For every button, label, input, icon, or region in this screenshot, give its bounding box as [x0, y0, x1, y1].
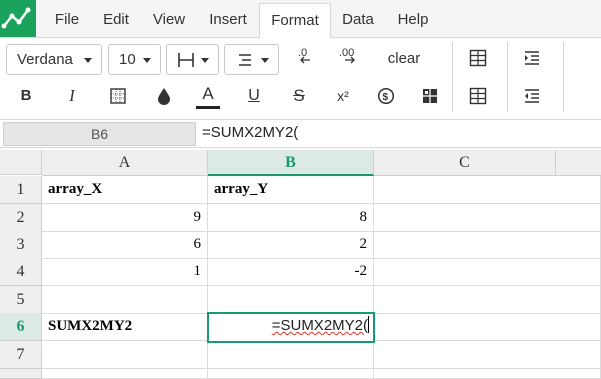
vertical-align-dropdown[interactable] — [224, 44, 279, 75]
cell-a3[interactable]: 6 — [42, 231, 208, 259]
superscript-button[interactable]: x² — [330, 82, 356, 110]
indent-icon — [525, 51, 539, 65]
cell-a7[interactable] — [42, 341, 208, 369]
text-caret — [368, 316, 369, 333]
droplet-icon — [158, 88, 170, 105]
cell-c4[interactable] — [374, 258, 601, 286]
cell-b4[interactable]: -2 — [208, 258, 374, 286]
cell-editor-value: =SUMX2MY2( — [271, 317, 368, 334]
cell-c7[interactable] — [374, 341, 601, 369]
select-all-corner[interactable] — [0, 150, 42, 175]
column-header-a[interactable]: A — [42, 150, 208, 176]
cell-a6[interactable]: SUMX2MY2 — [42, 313, 208, 341]
column-header-d[interactable] — [556, 150, 601, 176]
cell-c5[interactable] — [374, 286, 601, 314]
increase-decimal-icon: .00 — [339, 47, 355, 64]
table-grid-icon — [469, 87, 487, 105]
grid-fill-icon — [110, 88, 126, 104]
logo-icon — [1, 7, 31, 29]
decrease-decimal-button[interactable]: .0 — [292, 44, 320, 72]
menu-view[interactable]: View — [143, 3, 195, 37]
toolbar: Verdana 10 .0 .00 clear B I A U S x² $ — [0, 38, 601, 118]
active-cell-editor[interactable]: =SUMX2MY2( — [207, 312, 375, 343]
menu-help[interactable]: Help — [388, 3, 438, 37]
table-borders-icon — [469, 49, 487, 67]
row-header-7[interactable]: 7 — [0, 341, 42, 369]
column-header-b[interactable]: B — [208, 150, 374, 176]
font-color-button[interactable]: A — [196, 82, 220, 110]
cell-name-box[interactable]: B6 — [3, 122, 196, 146]
cell-c6[interactable] — [374, 313, 601, 341]
row-header-8[interactable] — [0, 369, 42, 379]
outdent-icon — [525, 89, 539, 103]
row-header-1[interactable]: 1 — [0, 176, 42, 204]
underline-button[interactable]: U — [242, 82, 266, 110]
cell-b8[interactable] — [208, 369, 374, 379]
chevron-down-icon — [143, 58, 151, 63]
italic-button[interactable]: I — [60, 82, 84, 110]
borders-button[interactable] — [466, 44, 490, 72]
cell-a1[interactable]: array_X — [42, 176, 208, 204]
dollar-circle-icon: $ — [377, 87, 395, 105]
svg-text:.0: .0 — [298, 47, 307, 59]
cell-c2[interactable] — [374, 204, 601, 232]
cell-a2[interactable]: 9 — [42, 204, 208, 232]
font-family-dropdown[interactable]: Verdana — [6, 44, 102, 75]
svg-text:$: $ — [383, 92, 389, 103]
cell-b7[interactable] — [208, 341, 374, 369]
align-horizontal-icon — [178, 53, 194, 67]
formula-input[interactable]: =SUMX2MY2( — [202, 124, 298, 141]
cell-editor-text[interactable]: =SUMX2MY2( — [272, 316, 369, 334]
font-size-dropdown[interactable]: 10 — [108, 44, 161, 75]
cell-a5[interactable] — [42, 286, 208, 314]
menu-data[interactable]: Data — [333, 3, 383, 37]
font-color-label: A — [196, 82, 220, 109]
gridlines-button[interactable] — [466, 82, 490, 110]
app-logo[interactable] — [0, 0, 36, 37]
cell-a4[interactable]: 1 — [42, 258, 208, 286]
row-header-3[interactable]: 3 — [0, 231, 42, 259]
chevron-down-icon — [201, 58, 209, 63]
font-family-value: Verdana — [17, 51, 73, 68]
clear-button[interactable]: clear — [380, 45, 428, 73]
cell-b1[interactable]: array_Y — [208, 176, 374, 204]
row-header-6[interactable]: 6 — [0, 313, 42, 341]
menu-edit[interactable]: Edit — [92, 3, 140, 37]
row-header-2[interactable]: 2 — [0, 204, 42, 232]
fill-color-button[interactable] — [152, 82, 176, 110]
cell-c8[interactable] — [374, 369, 601, 379]
toolbar-divider — [452, 42, 453, 112]
cell-c3[interactable] — [374, 231, 601, 259]
row-header-5[interactable]: 5 — [0, 286, 42, 314]
row-header-4[interactable]: 4 — [0, 258, 42, 286]
menu-format[interactable]: Format — [259, 3, 331, 38]
cell-b3[interactable]: 2 — [208, 231, 374, 259]
merge-cells-icon — [423, 89, 437, 103]
indent-button[interactable] — [520, 44, 544, 72]
formula-bar: B6 =SUMX2MY2( — [0, 119, 601, 148]
cell-c1[interactable] — [374, 176, 601, 204]
toolbar-divider — [507, 42, 508, 112]
chevron-down-icon — [84, 58, 92, 63]
column-header-c[interactable]: C — [374, 150, 556, 176]
menu-bar: File Edit View Insert Format Data Help — [0, 0, 601, 38]
font-size-value: 10 — [119, 51, 136, 68]
outdent-button[interactable] — [520, 82, 544, 110]
strikethrough-button[interactable]: S — [287, 82, 311, 110]
menu-insert[interactable]: Insert — [198, 3, 258, 37]
merge-cells-button[interactable] — [418, 82, 442, 110]
toolbar-divider — [563, 42, 564, 112]
currency-format-button[interactable]: $ — [374, 82, 398, 110]
align-lines-icon — [239, 54, 251, 66]
chevron-down-icon — [261, 58, 269, 63]
bold-button[interactable]: B — [14, 82, 38, 110]
cell-b2[interactable]: 8 — [208, 204, 374, 232]
horizontal-align-dropdown[interactable] — [166, 44, 219, 75]
menu-file[interactable]: File — [45, 3, 89, 37]
cell-background-button[interactable] — [106, 82, 130, 110]
cell-a8[interactable] — [42, 369, 208, 379]
cell-b5[interactable] — [208, 286, 374, 314]
decrease-decimal-icon: .0 — [298, 47, 310, 64]
increase-decimal-button[interactable]: .00 — [336, 44, 364, 72]
